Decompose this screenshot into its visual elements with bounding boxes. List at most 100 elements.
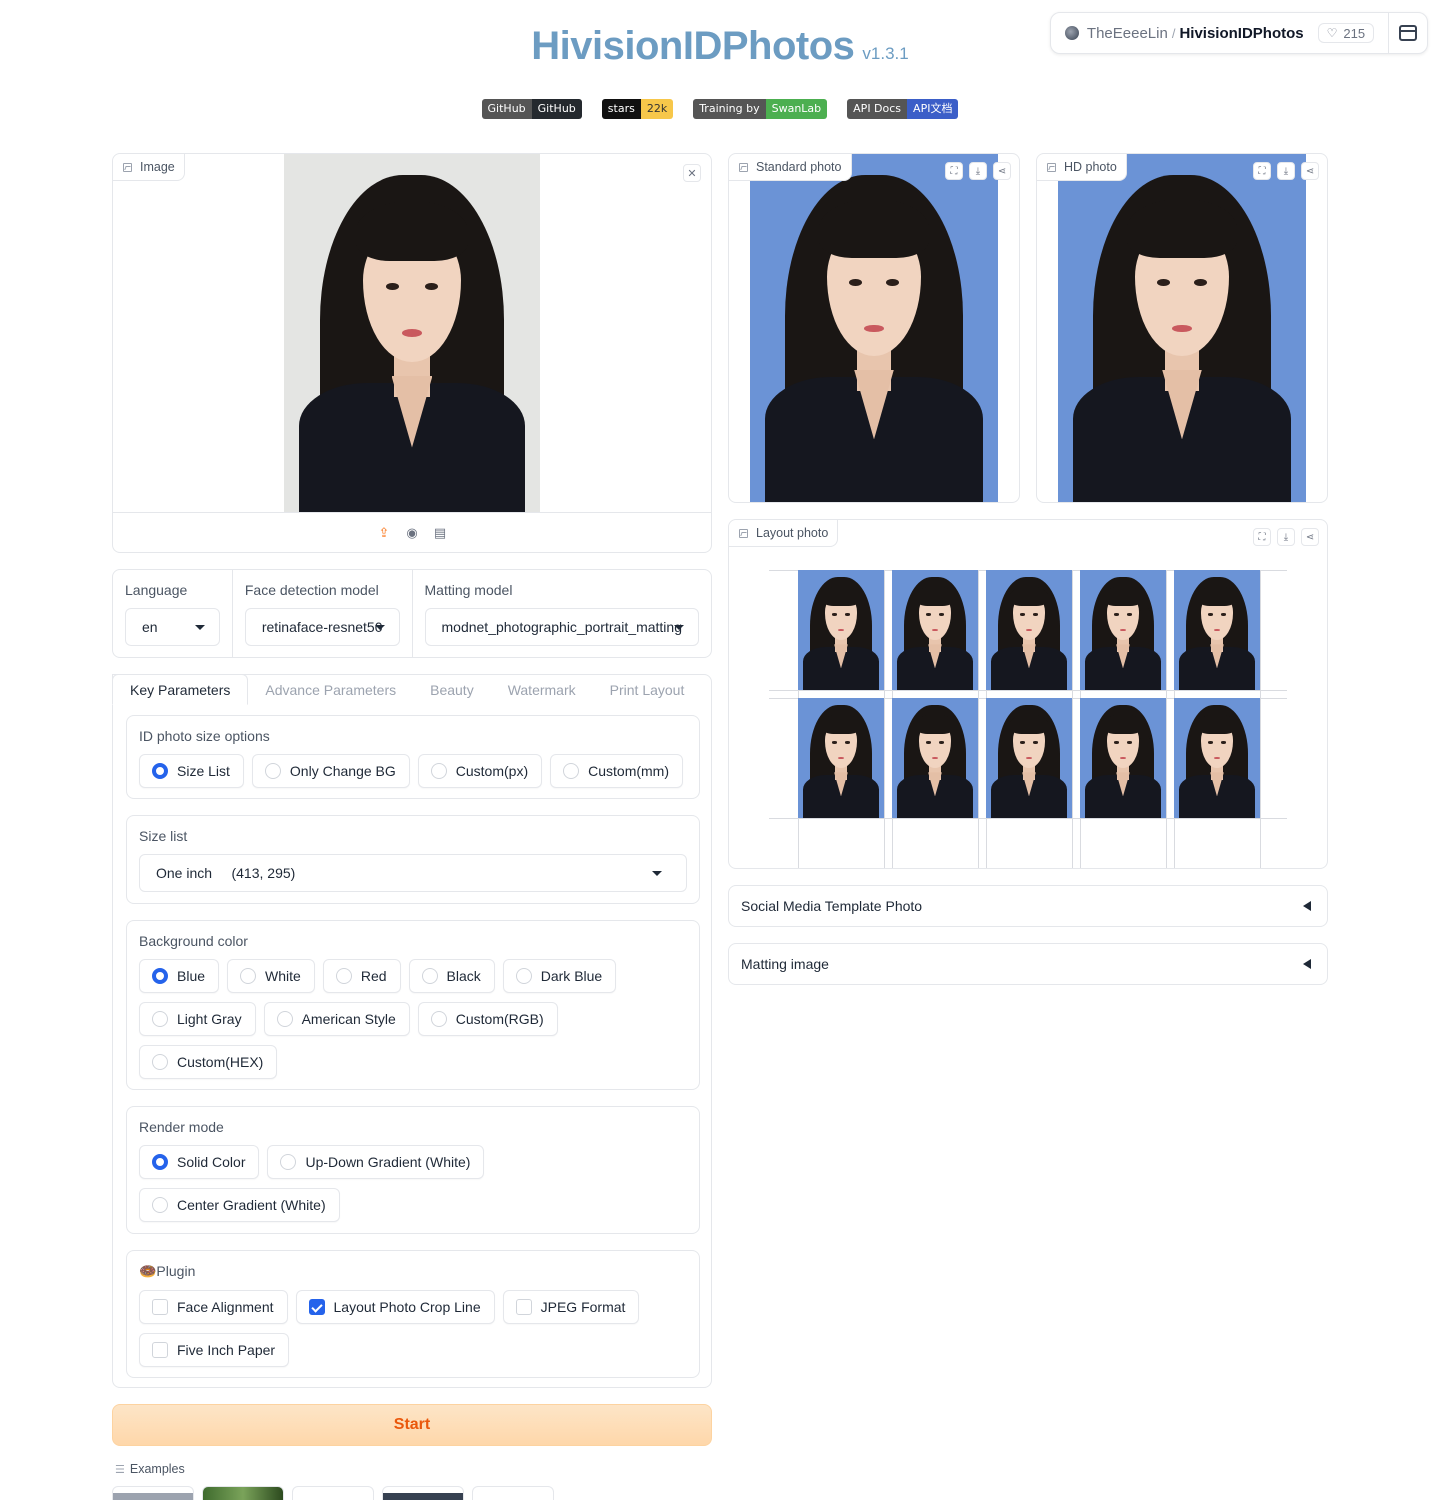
example-thumbnail[interactable] xyxy=(292,1486,374,1500)
checkbox-option-five-inch-paper[interactable]: Five Inch Paper xyxy=(139,1333,290,1367)
checkbox[interactable] xyxy=(152,1342,168,1358)
api-docs-badge[interactable]: API Docs API文档 xyxy=(847,99,959,119)
radio-button[interactable] xyxy=(276,1011,293,1027)
checkbox[interactable] xyxy=(515,1299,532,1315)
radio-button[interactable] xyxy=(152,968,168,984)
badge-label: stars xyxy=(601,99,641,119)
radio-button[interactable] xyxy=(280,1154,297,1170)
matting-image-accordion[interactable]: Matting image xyxy=(728,943,1328,985)
badge-value: SwanLab xyxy=(765,99,828,119)
radio-button[interactable] xyxy=(264,763,281,779)
radio-label: Size List xyxy=(177,763,230,779)
panel-label-text: Layout photo xyxy=(756,526,829,540)
fullscreen-icon[interactable]: ⛶ xyxy=(945,162,963,180)
matting-model-dropdown[interactable]: modnet_photographic_portrait_matting xyxy=(424,608,699,646)
swanlab-badge[interactable]: Training by SwanLab xyxy=(693,99,828,119)
language-dropdown[interactable]: en xyxy=(125,608,220,646)
download-icon[interactable]: ⤓ xyxy=(1277,162,1295,180)
start-button[interactable]: Start xyxy=(112,1404,712,1446)
tab-advance-parameters[interactable]: Advance Parameters xyxy=(248,674,413,705)
layout-mini-photo xyxy=(1080,698,1166,818)
radio-label: Custom(px) xyxy=(455,763,529,779)
radio-option-up-down-gradient-white[interactable]: Up-Down Gradient (White) xyxy=(267,1145,485,1179)
example-thumbnail[interactable] xyxy=(472,1486,554,1500)
radio-option-custom-mm[interactable]: Custom(mm) xyxy=(550,754,684,788)
checkbox[interactable] xyxy=(152,1299,168,1315)
radio-option-light-gray[interactable]: Light Gray xyxy=(139,1002,256,1036)
size-list-dropdown[interactable]: One inch (413, 295) xyxy=(139,854,687,892)
radio-button[interactable] xyxy=(152,1154,168,1170)
upload-icon[interactable]: ⇪ xyxy=(376,525,392,541)
version-label: v1.3.1 xyxy=(862,44,909,63)
webcam-icon[interactable]: ◉ xyxy=(404,525,420,541)
radio-option-blue[interactable]: Blue xyxy=(139,959,220,993)
checkbox-option-jpeg-format[interactable]: JPEG Format xyxy=(502,1290,640,1324)
fullscreen-icon[interactable]: ⛶ xyxy=(1253,528,1271,546)
radio-option-dark-blue[interactable]: Dark Blue xyxy=(502,959,617,993)
radio-option-black[interactable]: Black xyxy=(408,959,495,993)
example-thumbnail[interactable] xyxy=(202,1486,284,1500)
radio-button[interactable] xyxy=(335,968,352,984)
radio-option-red[interactable]: Red xyxy=(322,959,401,993)
download-icon[interactable]: ⤓ xyxy=(1277,528,1295,546)
checkbox-option-layout-photo-crop-line[interactable]: Layout Photo Crop Line xyxy=(295,1290,495,1324)
plugin-label: 🍩Plugin xyxy=(139,1263,196,1279)
clipboard-icon[interactable]: ▤ xyxy=(432,525,448,541)
tab-watermark[interactable]: Watermark xyxy=(491,674,593,705)
background-color-group: Background color Blue White Red Black Dark B… xyxy=(126,920,700,1090)
layout-mini-photo xyxy=(798,698,884,818)
checkbox-option-face-alignment[interactable]: Face Alignment xyxy=(139,1290,288,1324)
radio-option-only-change-bg[interactable]: Only Change BG xyxy=(251,754,410,788)
radio-button[interactable] xyxy=(515,968,532,984)
radio-option-custom-px[interactable]: Custom(px) xyxy=(417,754,543,788)
tab-beauty[interactable]: Beauty xyxy=(413,674,491,705)
radio-button[interactable] xyxy=(152,1011,168,1027)
hd-photo-panel: HD photo ⛶ ⤓ ⋖ xyxy=(1036,153,1328,503)
badge-label: Training by xyxy=(693,99,766,119)
crop-line xyxy=(1166,570,1167,868)
layout-photo-panel: Layout photo ⛶ ⤓ ⋖ xyxy=(728,519,1328,869)
tab-key-parameters[interactable]: Key Parameters xyxy=(112,674,249,705)
radio-label: Solid Color xyxy=(177,1154,246,1170)
radio-button[interactable] xyxy=(152,763,168,779)
radio-button[interactable] xyxy=(563,763,580,779)
example-thumbnail[interactable] xyxy=(112,1486,194,1500)
stars-badge[interactable]: stars 22k xyxy=(601,99,674,119)
face-model-label: Face detection model xyxy=(244,582,379,598)
share-icon[interactable]: ⋖ xyxy=(1301,528,1319,546)
share-icon[interactable]: ⋖ xyxy=(1301,162,1319,180)
radio-option-custom-hex[interactable]: Custom(HEX) xyxy=(139,1045,278,1079)
radio-button[interactable] xyxy=(430,1011,447,1027)
example-thumbnail[interactable] xyxy=(382,1486,464,1500)
size-list-group: Size list One inch (413, 295) xyxy=(126,815,700,904)
face-model-value: retinaface-resnet50 xyxy=(261,619,383,635)
face-model-dropdown[interactable]: retinaface-resnet50 xyxy=(244,608,400,646)
radio-option-american-style[interactable]: American Style xyxy=(263,1002,410,1036)
upload-toolbar: ⇪ ◉ ▤ xyxy=(113,512,711,552)
checkbox[interactable] xyxy=(308,1299,325,1315)
radio-option-center-gradient-white[interactable]: Center Gradient (White) xyxy=(139,1188,340,1222)
input-image-panel[interactable]: Image ✕ ⇪ ◉ ▤ xyxy=(112,153,712,553)
render-mode-label: Render mode xyxy=(139,1119,224,1135)
radio-label: Custom(RGB) xyxy=(455,1011,544,1027)
clear-icon[interactable]: ✕ xyxy=(683,164,701,182)
radio-button[interactable] xyxy=(421,968,438,984)
radio-button[interactable] xyxy=(152,1197,168,1213)
radio-button[interactable] xyxy=(240,968,257,984)
fullscreen-icon[interactable]: ⛶ xyxy=(1253,162,1271,180)
radio-button[interactable] xyxy=(152,1054,168,1070)
tab-print-layout[interactable]: Print Layout xyxy=(593,674,702,705)
share-icon[interactable]: ⋖ xyxy=(993,162,1011,180)
radio-option-white[interactable]: White xyxy=(227,959,315,993)
social-media-template-accordion[interactable]: Social Media Template Photo xyxy=(728,885,1328,927)
background-color-label: Background color xyxy=(139,933,248,949)
download-icon[interactable]: ⤓ xyxy=(969,162,987,180)
badge-value: 22k xyxy=(640,99,674,119)
radio-option-size-list[interactable]: Size List xyxy=(139,754,244,788)
radio-option-custom-rgb[interactable]: Custom(RGB) xyxy=(417,1002,558,1036)
badge-value: API文档 xyxy=(907,99,959,119)
github-badge[interactable]: GitHub GitHub xyxy=(481,99,582,119)
examples-label: Examples xyxy=(129,1462,185,1476)
radio-option-solid-color[interactable]: Solid Color xyxy=(139,1145,260,1179)
radio-button[interactable] xyxy=(430,763,447,779)
